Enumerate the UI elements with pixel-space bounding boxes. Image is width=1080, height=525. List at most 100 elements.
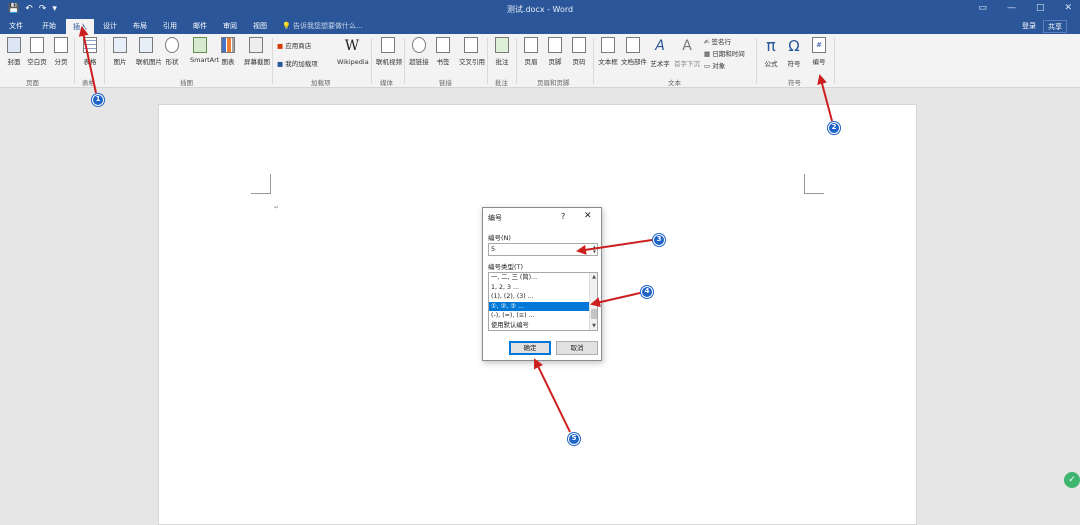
window-controls: ▭ — □ ✕ bbox=[978, 3, 1072, 13]
signature-line-button[interactable]: ✍ 签名行 bbox=[704, 38, 731, 47]
number-input[interactable]: 5 ▲ ▼ bbox=[488, 243, 598, 256]
quick-parts-button[interactable]: 文档部件 bbox=[621, 37, 647, 66]
maximize-icon[interactable]: □ bbox=[1036, 3, 1045, 13]
shapes-button[interactable]: 形状 bbox=[162, 37, 182, 66]
blank-page-button[interactable]: 空白页 bbox=[27, 37, 47, 66]
ok-button[interactable]: 确定 bbox=[509, 341, 551, 355]
comment-button[interactable]: 批注 bbox=[492, 37, 512, 66]
table-button[interactable]: 表格 bbox=[80, 37, 100, 66]
scroll-down-icon[interactable]: ▼ bbox=[590, 323, 597, 329]
addins-icon: ■ bbox=[277, 60, 284, 68]
annotation-badge-4: 4 bbox=[641, 286, 653, 298]
wordart-icon: A bbox=[655, 38, 665, 54]
online-picture-icon bbox=[139, 37, 153, 53]
hyperlink-button[interactable]: 超链接 bbox=[409, 37, 429, 66]
omega-icon: Ω bbox=[788, 37, 800, 55]
group-label-header-footer: 页眉和页脚 bbox=[537, 79, 570, 87]
list-item[interactable]: 1, 2, 3 ... bbox=[489, 283, 590, 293]
minimize-icon[interactable]: — bbox=[1007, 3, 1016, 13]
object-button[interactable]: ▭ 对象 bbox=[704, 62, 725, 71]
bookmark-button[interactable]: 书签 bbox=[433, 37, 453, 66]
date-time-button[interactable]: ▦ 日期和时间 bbox=[704, 50, 745, 59]
quick-parts-icon bbox=[626, 37, 640, 53]
cancel-button[interactable]: 取消 bbox=[556, 341, 598, 355]
group-label-text: 文本 bbox=[668, 79, 681, 87]
divider bbox=[834, 38, 835, 84]
ribbon-display-icon[interactable]: ▭ bbox=[978, 3, 987, 13]
help-icon[interactable]: ? bbox=[561, 212, 565, 221]
wikipedia-icon: W bbox=[344, 38, 360, 54]
scroll-up-icon[interactable]: ▲ bbox=[590, 274, 597, 280]
object-icon: ▭ bbox=[704, 62, 711, 70]
list-item[interactable]: (-), (=), (≡) ... bbox=[489, 311, 590, 321]
number-type-list[interactable]: 一, 二, 三 (简)... 1, 2, 3 ... (1), (2), (3)… bbox=[488, 272, 598, 331]
page-number-icon bbox=[572, 37, 586, 53]
close-icon[interactable]: ✕ bbox=[584, 211, 592, 221]
scroll-thumb[interactable] bbox=[591, 309, 597, 319]
tab-review[interactable]: 审阅 bbox=[218, 19, 242, 34]
number-button[interactable]: # 编号 bbox=[808, 37, 830, 66]
tell-me-search[interactable]: 💡 告诉我您想要做什么... bbox=[282, 21, 363, 32]
drop-cap-button[interactable]: A 首字下沉 bbox=[674, 37, 700, 68]
bookmark-icon bbox=[436, 37, 450, 53]
annotation-badge-2: 2 bbox=[828, 122, 840, 134]
equation-button[interactable]: π 公式 bbox=[760, 36, 782, 69]
calendar-icon: ▦ bbox=[704, 50, 711, 58]
share-button[interactable]: 共享 bbox=[1043, 20, 1067, 33]
list-item[interactable]: 使用默认编号 bbox=[489, 321, 590, 331]
chart-button[interactable]: 图表 bbox=[218, 37, 238, 66]
paragraph-mark: ↵ bbox=[274, 204, 280, 211]
corner-mark bbox=[804, 174, 824, 194]
list-item[interactable]: 一, 二, 三 (简)... bbox=[489, 273, 590, 283]
text-box-icon bbox=[601, 37, 615, 53]
tab-layout[interactable]: 布局 bbox=[128, 19, 152, 34]
page-break-button[interactable]: 分页 bbox=[51, 37, 71, 66]
online-video-button[interactable]: 联机视频 bbox=[376, 37, 402, 66]
footer-button[interactable]: 页脚 bbox=[545, 37, 565, 66]
tab-view[interactable]: 视图 bbox=[248, 19, 272, 34]
divider bbox=[516, 38, 517, 84]
cover-page-button[interactable]: 封面 bbox=[4, 37, 24, 66]
login-link[interactable]: 登录 bbox=[1022, 21, 1036, 32]
ribbon-insert: 封面 空白页 分页 表格 图片 联机图片 形状 SmartArt 图表 屏幕截图… bbox=[0, 34, 1080, 88]
wordart-button[interactable]: A 艺术字 bbox=[649, 37, 671, 68]
chart-icon bbox=[221, 37, 235, 53]
close-window-icon[interactable]: ✕ bbox=[1064, 3, 1072, 13]
tab-insert[interactable]: 插入 bbox=[66, 19, 94, 34]
wikipedia-button[interactable]: W Wikipedia bbox=[337, 37, 369, 66]
list-scrollbar[interactable]: ▲ ▼ bbox=[589, 273, 597, 330]
tab-design[interactable]: 设计 bbox=[98, 19, 122, 34]
online-pictures-button[interactable]: 联机图片 bbox=[136, 37, 162, 66]
text-box-button[interactable]: 文本框 bbox=[597, 37, 619, 66]
camera-icon bbox=[249, 37, 263, 53]
list-item-selected[interactable]: ①, ②, ③ ... bbox=[489, 301, 590, 311]
comment-icon bbox=[495, 37, 509, 53]
list-item[interactable]: (1), (2), (3) ... bbox=[489, 292, 590, 302]
screenshot-button[interactable]: 屏幕截图 bbox=[244, 37, 270, 66]
cross-reference-button[interactable]: 交叉引用 bbox=[459, 37, 485, 66]
cross-reference-icon bbox=[464, 37, 478, 53]
spinner-arrows-icon[interactable]: ▲ ▼ bbox=[593, 244, 596, 254]
symbol-button[interactable]: Ω 符号 bbox=[783, 37, 805, 68]
divider bbox=[487, 38, 488, 84]
tab-file[interactable]: 文件 bbox=[4, 19, 28, 34]
group-label-illustrations: 插图 bbox=[180, 79, 193, 87]
floating-assistant-icon[interactable]: ✓ bbox=[1064, 472, 1080, 488]
ribbon-tabs: 文件 开始 插入 设计 布局 引用 邮件 审阅 视图 💡 告诉我您想要做什么..… bbox=[0, 19, 1080, 34]
smartart-button[interactable]: SmartArt bbox=[190, 37, 219, 64]
pi-icon: π bbox=[766, 36, 776, 55]
store-button[interactable]: ■ 应用商店 bbox=[277, 42, 311, 51]
tab-home[interactable]: 开始 bbox=[36, 19, 62, 34]
divider bbox=[272, 38, 273, 84]
tab-mailings[interactable]: 邮件 bbox=[188, 19, 212, 34]
tab-references[interactable]: 引用 bbox=[158, 19, 182, 34]
divider bbox=[756, 38, 757, 84]
pictures-button[interactable]: 图片 bbox=[110, 37, 130, 66]
video-icon bbox=[381, 37, 395, 53]
divider bbox=[74, 38, 75, 84]
my-addins-button[interactable]: ■ 我的加载项 bbox=[277, 60, 318, 69]
group-label-comments: 批注 bbox=[495, 79, 508, 87]
header-button[interactable]: 页眉 bbox=[521, 37, 541, 66]
page-number-button[interactable]: 页码 bbox=[569, 37, 589, 66]
group-label-links: 链接 bbox=[439, 79, 452, 87]
